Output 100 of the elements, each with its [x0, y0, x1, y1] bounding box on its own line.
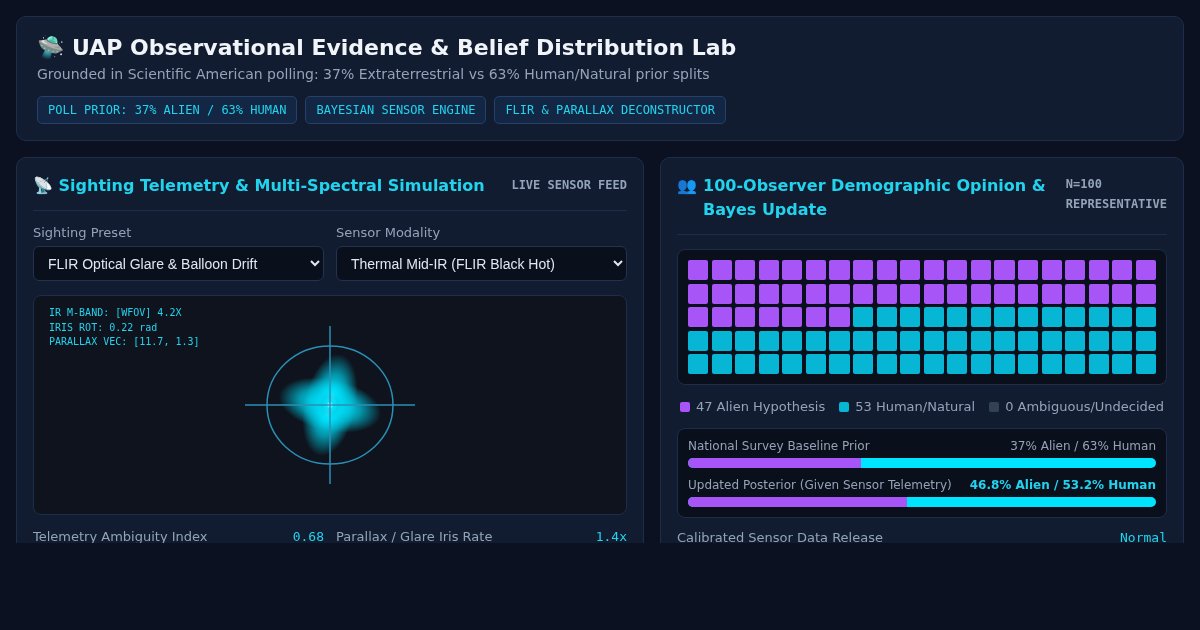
- observer-cell: [735, 330, 756, 351]
- observer-cell: [947, 260, 968, 280]
- observer-cell: [1112, 260, 1133, 280]
- observer-cell: [923, 260, 944, 280]
- observer-cell: [688, 307, 709, 327]
- observer-cell: [829, 283, 850, 304]
- observer-cell: [782, 283, 803, 304]
- observer-cell: [1088, 307, 1109, 327]
- observer-cell: [1088, 354, 1109, 374]
- telemetry-readout: PARALLAX VEC: [11.7, 1.3]: [49, 335, 200, 349]
- stat-value: 0.68: [292, 529, 324, 543]
- observer-cell: [970, 260, 991, 280]
- observer-cell: [711, 283, 732, 304]
- observer-cell: [1135, 330, 1156, 351]
- observer-cell: [947, 283, 968, 304]
- observer-cell: [1135, 283, 1156, 304]
- observer-cell: [1041, 330, 1062, 351]
- observer-cell: [923, 354, 944, 374]
- observer-cell: [1065, 283, 1086, 304]
- observer-cell: [711, 260, 732, 280]
- observer-cell: [970, 354, 991, 374]
- stat-value: 1.4x: [595, 529, 627, 543]
- observer-cell: [782, 330, 803, 351]
- observer-cell: [688, 260, 709, 280]
- observer-cell: [1135, 354, 1156, 374]
- tag-badge: BAYESIAN SENSOR ENGINE: [305, 96, 487, 124]
- observer-cell: [1112, 330, 1133, 351]
- observer-cell: [688, 330, 709, 351]
- observer-cell: [758, 307, 779, 327]
- panel-title: Sighting Telemetry & Multi-Spectral Simulation: [58, 176, 485, 195]
- bar-label: National Survey Baseline Prior: [688, 439, 870, 453]
- observer-cell: [805, 354, 826, 374]
- observer-cell: [782, 260, 803, 280]
- page-subtitle: Grounded in Scientific American polling: 37% Extraterrestrial vs 63% Human/Natural prior splits: [37, 66, 711, 82]
- flying-saucer-icon: 🛸: [37, 35, 64, 60]
- observer-cell: [1112, 283, 1133, 304]
- observer-cell: [805, 283, 826, 304]
- legend-label: 0 Ambiguous/Undecided: [1005, 399, 1165, 414]
- observer-cell: [758, 354, 779, 374]
- observer-cell: [758, 260, 779, 280]
- observer-cell: [688, 354, 709, 374]
- observer-cell: [1018, 283, 1039, 304]
- observer-cell: [829, 330, 850, 351]
- panel-caption: N=100 REPRESENTATIVE: [1065, 176, 1167, 213]
- observer-cell: [735, 354, 756, 374]
- observer-cell: [970, 307, 991, 327]
- observer-cell: [876, 260, 897, 280]
- observer-cell: [923, 330, 944, 351]
- observer-cell: [994, 354, 1015, 374]
- observer-cell: [1065, 307, 1086, 327]
- observer-cell: [1018, 260, 1039, 280]
- observer-cell: [735, 307, 756, 327]
- select-field[interactable]: FLIR Optical Glare & Balloon Drift: [33, 246, 324, 281]
- observer-cell: [923, 307, 944, 327]
- panel-title: 100-Observer Demographic Opinion & Bayes Update: [703, 175, 1047, 221]
- observer-cell: [853, 330, 874, 351]
- observer-cell: [829, 260, 850, 280]
- observer-cell: [900, 260, 921, 280]
- observer-cell: [1041, 354, 1062, 374]
- observer-cell: [970, 330, 991, 351]
- select-field[interactable]: Thermal Mid-IR (FLIR Black Hot): [336, 246, 627, 281]
- bar-value: 37% Alien / 63% Human: [1010, 439, 1156, 453]
- page-title: UAP Observational Evidence & Belief Distribution Lab: [72, 35, 737, 60]
- tag-badge: FLIR & PARALLAX DECONSTRUCTOR: [494, 96, 726, 124]
- observer-cell: [758, 283, 779, 304]
- field-label: Sensor Modality: [336, 225, 442, 240]
- observer-cell: [1018, 307, 1039, 327]
- observer-cell: [876, 354, 897, 374]
- observer-cell: [1041, 283, 1062, 304]
- observer-cell: [853, 283, 874, 304]
- observer-cell: [735, 283, 756, 304]
- observer-cell: [1135, 307, 1156, 327]
- observer-cell: [876, 307, 897, 327]
- observer-cell: [1088, 283, 1109, 304]
- observer-cell: [947, 307, 968, 327]
- bar-label: Updated Posterior (Given Sensor Telemetry): [688, 478, 952, 492]
- observer-cell: [1065, 260, 1086, 280]
- observer-cell: [1065, 330, 1086, 351]
- observer-cell: [1041, 307, 1062, 327]
- people-icon: 👥: [677, 174, 697, 222]
- observer-cell: [994, 283, 1015, 304]
- observer-cell: [805, 330, 826, 351]
- observer-cell: [900, 283, 921, 304]
- legend-label: 53 Human/Natural: [855, 399, 976, 414]
- observer-cell: [947, 354, 968, 374]
- stat-label: Parallax / Glare Iris Rate: [336, 529, 493, 543]
- satellite-dish-icon: 📡: [33, 176, 53, 195]
- observer-cell: [853, 307, 874, 327]
- observer-cell: [994, 330, 1015, 351]
- stat-label: Calibrated Sensor Data Release: [677, 530, 883, 543]
- observer-cell: [805, 260, 826, 280]
- observer-cell: [994, 260, 1015, 280]
- observer-cell: [970, 283, 991, 304]
- observer-cell: [782, 354, 803, 374]
- observer-cell: [853, 260, 874, 280]
- telemetry-readout: IRIS ROT: 0.22 rad: [49, 320, 159, 335]
- observer-cell: [1135, 260, 1156, 280]
- observer-cell: [1018, 330, 1039, 351]
- observer-cell: [994, 307, 1015, 327]
- observer-cell: [735, 260, 756, 280]
